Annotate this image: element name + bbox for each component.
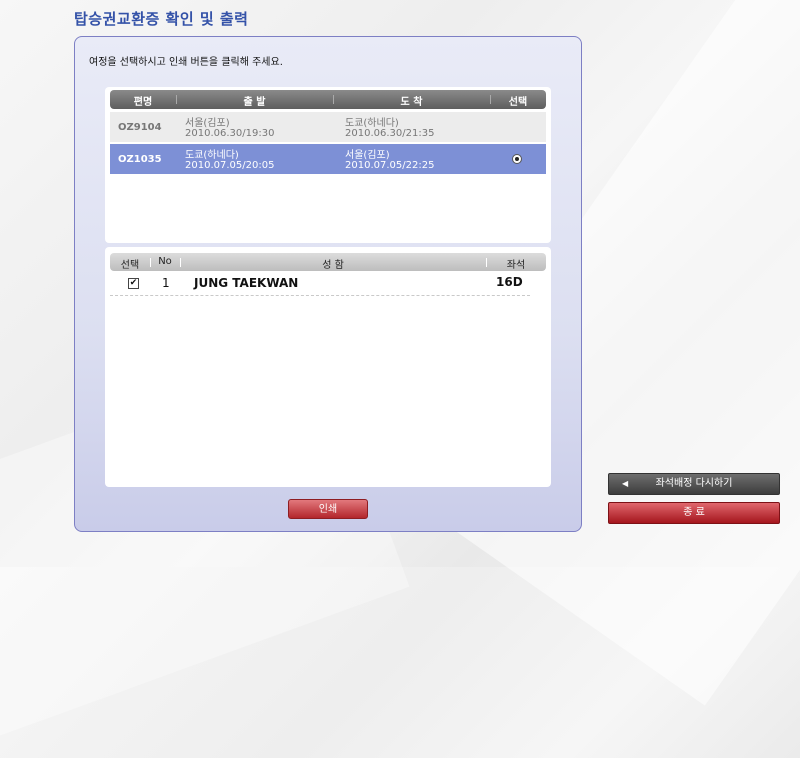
exit-button[interactable]: 종 료: [608, 502, 780, 524]
departure-place: 도쿄(하네다): [185, 150, 239, 161]
flight-list: 편명 출 발 도 착 선택 OZ9104 서울(김포) 2010.06.30/1…: [105, 87, 551, 243]
header-select: 선택: [120, 260, 140, 271]
header-seat: 좌석: [506, 260, 526, 271]
arrival-time: 2010.07.05/22:25: [345, 160, 435, 171]
flight-row-selected[interactable]: OZ1035 도쿄(하네다) 2010.07.05/20:05 서울(김포) 2…: [110, 144, 546, 174]
header-name: 성 함: [322, 260, 344, 271]
page-title: 탑승권교환증 확인 및 출력: [74, 10, 249, 28]
arrival-place: 서울(김포): [345, 150, 390, 161]
header-departure: 출 발: [243, 97, 266, 108]
flight-row[interactable]: OZ9104 서울(김포) 2010.06.30/19:30 도쿄(하네다) 2…: [110, 112, 546, 142]
passenger-list: 선택 No 성 함 좌석 ✔ 1 JUNG TAEKWAN 16D: [105, 247, 551, 487]
departure-time: 2010.07.05/20:05: [185, 160, 275, 171]
arrival-place: 도쿄(하네다): [345, 118, 399, 129]
departure-time: 2010.06.30/19:30: [185, 128, 275, 139]
arrival-time: 2010.06.30/21:35: [345, 128, 435, 139]
departure-place: 서울(김포): [185, 118, 230, 129]
header-no: No: [158, 256, 172, 267]
print-button[interactable]: 인쇄: [288, 499, 368, 519]
passenger-table-header: 선택 No 성 함 좌석: [110, 253, 546, 271]
passenger-row[interactable]: ✔ 1 JUNG TAEKWAN 16D: [110, 275, 530, 296]
reseat-button[interactable]: ◀ 좌석배정 다시하기: [608, 473, 780, 495]
passenger-seat: 16D: [496, 275, 523, 289]
passenger-checkbox[interactable]: ✔: [128, 278, 139, 289]
flight-table-header: 편명 출 발 도 착 선택: [110, 90, 546, 109]
header-flight: 편명: [133, 97, 153, 108]
main-panel: 여정을 선택하시고 인쇄 버튼을 클릭해 주세요. 편명 출 발 도 착 선택 …: [74, 36, 582, 532]
flight-number: OZ1035: [118, 154, 162, 165]
header-arrival: 도 착: [400, 97, 423, 108]
passenger-number: 1: [162, 276, 170, 290]
header-select: 선택: [508, 97, 528, 108]
instruction-text: 여정을 선택하시고 인쇄 버튼을 클릭해 주세요.: [89, 57, 283, 68]
passenger-name: JUNG TAEKWAN: [194, 276, 299, 290]
reseat-label: 좌석배정 다시하기: [655, 478, 733, 489]
flight-select-radio[interactable]: [512, 154, 522, 164]
flight-number: OZ9104: [118, 122, 162, 133]
